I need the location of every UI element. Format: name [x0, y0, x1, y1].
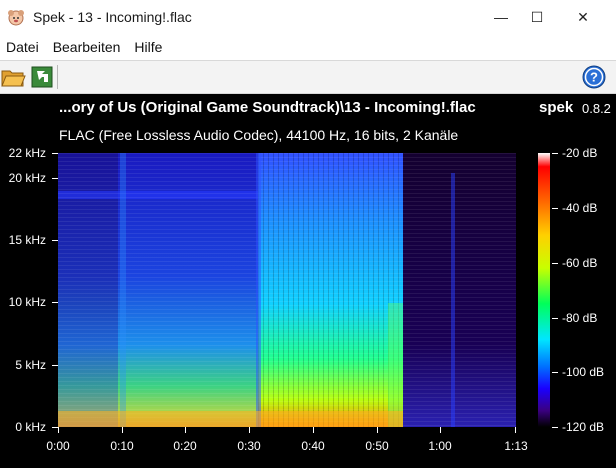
y-tick-label: 5 kHz: [15, 358, 46, 372]
x-tick: [122, 427, 123, 433]
toolbar: ?: [0, 60, 616, 94]
x-tick-label: 0:40: [301, 439, 325, 453]
db-label: -60 dB: [562, 256, 598, 270]
y-tick: [52, 365, 58, 366]
db-colorbar: [538, 153, 550, 427]
db-label: -20 dB: [562, 146, 598, 160]
y-tick: [52, 153, 58, 154]
menu-hilfe[interactable]: Hilfe: [134, 39, 162, 55]
help-icon[interactable]: ?: [581, 64, 607, 90]
y-tick-label: 20 kHz: [8, 171, 46, 185]
x-tick-label: 0:00: [46, 439, 70, 453]
x-tick: [249, 427, 250, 433]
db-tick: [552, 427, 558, 428]
db-tick: [552, 153, 558, 154]
file-title: ...ory of Us (Original Game Soundtrack)\…: [59, 99, 476, 116]
app-version: 0.8.2: [582, 101, 611, 116]
transient-line: [256, 153, 261, 427]
x-tick: [185, 427, 186, 433]
x-tick-label: 0:50: [365, 439, 389, 453]
save-export-icon[interactable]: [29, 64, 55, 90]
x-tick: [440, 427, 441, 433]
x-tick-label: 0:20: [173, 439, 197, 453]
transient-line: [388, 303, 403, 427]
menu-datei[interactable]: Datei: [6, 39, 39, 55]
db-tick: [552, 372, 558, 373]
db-tick: [552, 263, 558, 264]
window-title: Spek - 13 - Incoming!.flac: [33, 9, 192, 25]
y-tick-label: 0 kHz: [15, 420, 46, 434]
close-button[interactable]: ✕: [560, 0, 606, 34]
db-label: -80 dB: [562, 311, 598, 325]
x-tick-label: 1:13: [504, 439, 528, 453]
db-label: -40 dB: [562, 201, 598, 215]
file-info: FLAC (Free Lossless Audio Codec), 44100 …: [59, 127, 459, 143]
db-tick: [552, 208, 558, 209]
title-bar: Spek - 13 - Incoming!.flac — ☐ ✕: [0, 0, 616, 34]
x-tick: [377, 427, 378, 433]
spectrogram-panel: ...ory of Us (Original Game Soundtrack)\…: [0, 94, 616, 468]
y-tick-label: 22 kHz: [8, 146, 46, 160]
x-tick: [58, 427, 59, 433]
db-label: -120 dB: [562, 420, 605, 434]
x-tick-label: 0:30: [237, 439, 261, 453]
toolbar-separator: [57, 65, 58, 89]
y-tick-label: 15 kHz: [8, 233, 46, 247]
transient-line: [451, 173, 455, 427]
y-tick: [52, 240, 58, 241]
svg-text:?: ?: [590, 70, 598, 85]
bass-energy: [58, 411, 403, 427]
maximize-button[interactable]: ☐: [514, 0, 560, 34]
spectrogram-plot[interactable]: [58, 153, 516, 427]
folder-open-icon[interactable]: [0, 64, 26, 90]
menu-bar: Datei Bearbeiten Hilfe: [0, 34, 616, 60]
y-tick: [52, 302, 58, 303]
x-tick-label: 0:10: [110, 439, 134, 453]
db-label: -100 dB: [562, 365, 605, 379]
spek-app-icon: [8, 10, 24, 26]
y-tick-label: 10 kHz: [8, 295, 46, 309]
transient-line: [120, 153, 126, 427]
x-tick-label: 1:00: [428, 439, 452, 453]
harmonic-lines: [58, 153, 516, 427]
x-tick: [313, 427, 314, 433]
db-tick: [552, 318, 558, 319]
x-tick: [515, 427, 516, 433]
y-tick: [52, 178, 58, 179]
menu-bearbeiten[interactable]: Bearbeiten: [53, 39, 121, 55]
app-name: spek: [539, 99, 574, 116]
